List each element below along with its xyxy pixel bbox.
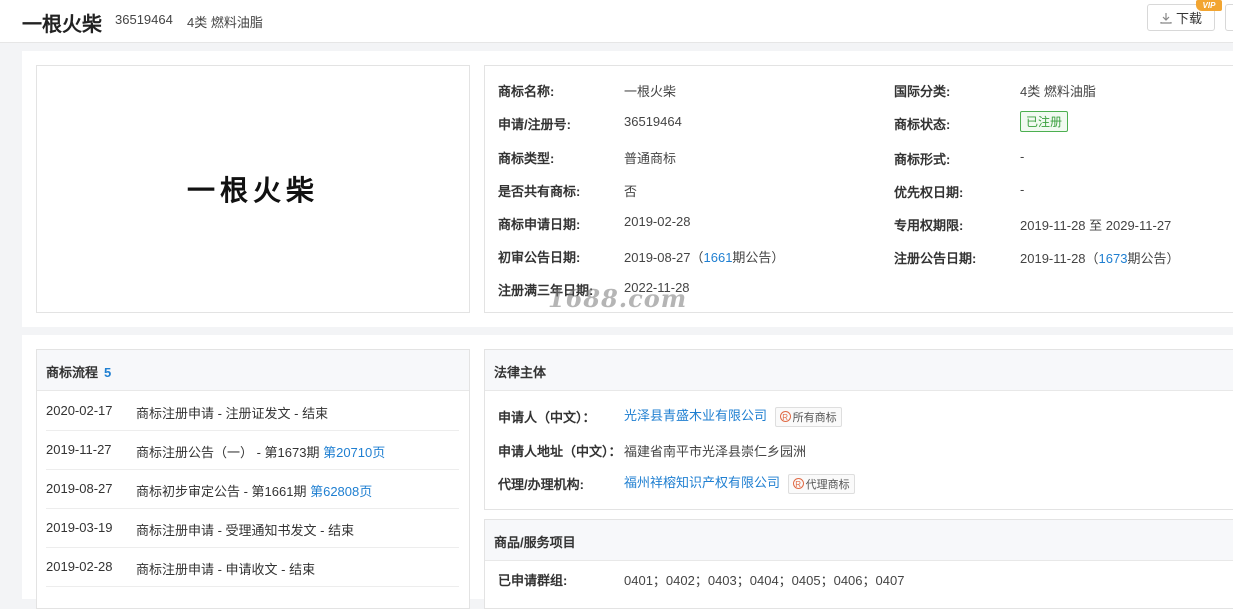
header-reg-no: 36519464 <box>115 12 173 27</box>
all-trademarks-tag[interactable]: R 所有商标 <box>774 406 842 427</box>
flow-card: 商标流程 5 2020-02-17 商标注册申请 - 注册证发文 - 结束 201… <box>36 349 470 609</box>
label-name: 商标名称: <box>498 84 555 99</box>
label-groups: 已申请群组: <box>498 573 568 588</box>
label-reg-no: 申请/注册号: <box>498 117 571 132</box>
label-shared: 是否共有商标: <box>498 184 581 199</box>
download-label: 下载 <box>1175 11 1202 26</box>
value-status: 已注册 <box>1020 111 1069 132</box>
value-priority-date: - <box>1020 182 1025 197</box>
lower-section: 商标流程 5 2020-02-17 商标注册申请 - 注册证发文 - 结束 201… <box>22 335 1233 609</box>
reg-announce-text: 2019-11-28（ <box>1020 251 1099 266</box>
flow-row: 2019-11-27 商标注册公告（一） - 第1673期 第20710页 <box>46 431 459 470</box>
label-type: 商标类型: <box>498 151 555 166</box>
flow-text: 商标注册申请 - 注册证发文 - 结束 <box>136 403 328 422</box>
flow-desc: 商标初步审定公告 - 第1661期 <box>136 484 311 499</box>
flow-text: 商标注册申请 - 受理通知书发文 - 结束 <box>136 520 354 539</box>
value-prelim-date: 2019-08-27（1661期公告） <box>624 247 784 266</box>
goods-title: 商品/服务项目 <box>494 535 576 550</box>
legal-card-header: 法律主体 <box>485 350 1233 391</box>
value-intl-class: 4类 燃料油脂 <box>1020 84 1096 99</box>
agent-trademarks-tag[interactable]: R 代理商标 <box>787 473 855 494</box>
flow-row: 2020-02-17 商标注册申请 - 注册证发文 - 结束 <box>46 392 459 431</box>
trademark-image-card: 一根火柴 <box>36 65 470 313</box>
reg-issue-suffix: 期公告） <box>1127 251 1180 266</box>
flow-page-link[interactable]: 第20710页 <box>323 445 385 460</box>
page-title: 一根火柴 <box>22 14 102 36</box>
flow-card-header: 商标流程 5 <box>37 350 469 391</box>
flow-date: 2019-02-28 <box>46 559 113 574</box>
applicant-link[interactable]: 光泽县青盛木业有限公司 <box>624 408 767 423</box>
reg-issue-link[interactable]: 1673 <box>1099 251 1128 266</box>
registered-icon: R <box>779 411 791 422</box>
flow-desc: 商标注册公告（一） - 第1673期 <box>136 445 324 460</box>
flow-desc: 商标注册申请 - 注册证发文 - 结束 <box>136 406 329 421</box>
label-apply-date: 商标申请日期: <box>498 217 581 232</box>
value-agent: 福州祥榕知识产权有限公司 R 代理商标 <box>624 472 855 494</box>
trademark-detail-card: 商标名称: 一根火柴 申请/注册号: 36519464 商标类型: 普通商标 是… <box>484 65 1233 313</box>
flow-date: 2019-11-27 <box>46 442 112 457</box>
all-trademarks-label: 所有商标 <box>792 411 837 424</box>
label-agent: 代理/办理机构: <box>498 477 584 492</box>
label-exclusive-term: 专用权期限: <box>894 218 964 233</box>
status-badge: 已注册 <box>1020 111 1069 132</box>
flow-row: 2019-08-27 商标初步审定公告 - 第1661期 第62808页 <box>46 470 459 509</box>
flow-date: 2019-08-27 <box>46 481 113 496</box>
flow-count: 5 <box>104 365 112 380</box>
flow-text: 商标注册申请 - 申请收文 - 结束 <box>136 559 315 578</box>
value-name: 一根火柴 <box>624 84 677 99</box>
value-exclusive-term: 2019-11-28 至 2029-11-27 <box>1020 218 1172 233</box>
header-class: 4类 燃料油脂 <box>187 15 263 30</box>
value-reg-no: 36519464 <box>624 114 682 129</box>
goods-card: 商品/服务项目 已申请群组: 0401；0402；0403；0404；0405；… <box>484 519 1233 609</box>
label-reg-announce-date: 注册公告日期: <box>894 251 977 266</box>
flow-text: 商标初步审定公告 - 第1661期 第62808页 <box>136 481 372 500</box>
value-applicant: 光泽县青盛木业有限公司 R 所有商标 <box>624 405 842 427</box>
flow-page-link[interactable]: 第62808页 <box>310 484 372 499</box>
vip-badge: VIP <box>1196 0 1222 11</box>
value-reg-announce-date: 2019-11-28（1673期公告） <box>1020 248 1179 267</box>
value-groups: 0401；0402；0403；0404；0405；0406；0407 <box>624 573 905 588</box>
prelim-issue-link[interactable]: 1661 <box>704 250 733 265</box>
value-type: 普通商标 <box>624 151 677 166</box>
flow-desc: 商标注册申请 - 受理通知书发文 - 结束 <box>136 523 355 538</box>
goods-card-header: 商品/服务项目 <box>485 520 1233 561</box>
label-intl-class: 国际分类: <box>894 84 951 99</box>
prelim-issue-suffix: 期公告） <box>732 250 785 265</box>
value-address: 福建省南平市光泽县崇仁乡园洲 <box>624 444 807 459</box>
watermark: 1688.com <box>548 284 688 313</box>
label-status: 商标状态: <box>894 117 951 132</box>
value-form: - <box>1020 149 1025 164</box>
legal-title: 法律主体 <box>494 365 547 380</box>
label-address: 申请人地址（中文）： <box>498 444 622 459</box>
flow-row: 2019-02-28 商标注册申请 - 申请收文 - 结束 <box>46 548 459 587</box>
value-shared: 否 <box>624 184 638 199</box>
flow-text: 商标注册公告（一） - 第1673期 第20710页 <box>136 442 385 461</box>
prelim-date-text: 2019-08-27（ <box>624 250 704 265</box>
flow-title: 商标流程 5 <box>46 362 111 381</box>
agent-trademarks-label: 代理商标 <box>805 478 850 491</box>
registered-icon: R <box>792 478 804 489</box>
flow-desc: 商标注册申请 - 申请收文 - 结束 <box>136 562 316 577</box>
value-apply-date: 2019-02-28 <box>624 214 691 229</box>
more-button[interactable] <box>1225 4 1233 31</box>
legal-card: 法律主体 申请人（中文）： 光泽县青盛木业有限公司 R 所有商标 申请人地址（中文… <box>484 349 1233 510</box>
label-priority-date: 优先权日期: <box>894 185 964 200</box>
download-icon <box>1160 12 1172 24</box>
header-bar: 一根火柴 36519464 4类 燃料油脂 下载 VIP <box>0 0 1233 43</box>
label-form: 商标形式: <box>894 152 951 167</box>
flow-date: 2019-03-19 <box>46 520 113 535</box>
agent-link[interactable]: 福州祥榕知识产权有限公司 <box>624 475 780 490</box>
label-applicant: 申请人（中文）： <box>498 410 596 425</box>
flow-row: 2019-03-19 商标注册申请 - 受理通知书发文 - 结束 <box>46 509 459 548</box>
trademark-logo: 一根火柴 <box>186 174 319 207</box>
flow-title-text: 商标流程 <box>46 365 99 380</box>
label-prelim-date: 初审公告日期: <box>498 250 581 265</box>
flow-date: 2020-02-17 <box>46 403 113 418</box>
